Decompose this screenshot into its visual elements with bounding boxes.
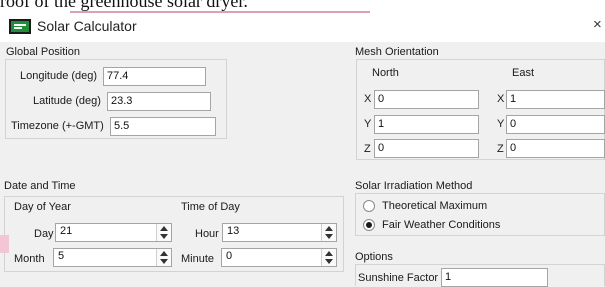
window-title: Solar Calculator [37,18,137,34]
timezone-field[interactable]: 5.5 [110,117,216,136]
global-position-title: Global Position [6,46,80,58]
hour-spinbox[interactable]: 13 [222,223,337,242]
north-header: North [372,67,399,79]
fair-weather-radio[interactable] [363,219,375,231]
mesh-orientation-title: Mesh Orientation [355,46,439,58]
north-y-field[interactable]: 1 [374,115,479,134]
date-time-title: Date and Time [4,180,76,192]
east-z-field[interactable]: 0 [506,139,605,158]
day-value: 21 [60,225,73,237]
minute-value: 0 [226,250,233,262]
latitude-label: Latitude (deg) [33,95,101,107]
title-bar: Solar Calculator × [0,14,605,42]
east-y-label: Y [497,118,505,130]
solar-irradiation-title: Solar Irradiation Method [355,180,473,192]
north-x-label: X [364,93,372,105]
east-x-label: X [497,93,505,105]
east-x-field[interactable]: 1 [506,90,605,109]
theoretical-maximum-label[interactable]: Theoretical Maximum [382,200,487,212]
day-spinbox[interactable]: 21 [55,223,172,242]
north-x-field[interactable]: 0 [374,90,479,109]
spin-arrows-icon[interactable] [321,249,336,266]
fair-weather-label[interactable]: Fair Weather Conditions [382,219,500,231]
document-underline [70,11,370,13]
month-label: Month [14,253,45,265]
longitude-label: Longitude (deg) [20,70,98,82]
cropped-document-fragment: roof of the greenhouse solar dryer. [0,0,605,14]
month-spinbox[interactable]: 5 [53,248,172,267]
east-z-label: Z [497,143,504,155]
latitude-field[interactable]: 23.3 [107,92,211,111]
north-z-field[interactable]: 0 [374,139,479,158]
close-icon[interactable]: × [593,16,602,33]
longitude-field[interactable]: 77.4 [103,67,206,86]
sunshine-factor-label: Sunshine Factor [358,272,439,284]
spin-arrows-icon[interactable] [156,224,171,241]
day-of-year-title: Day of Year [14,201,71,213]
theoretical-maximum-radio[interactable] [363,200,375,212]
options-title: Options [355,251,393,263]
month-value: 5 [58,250,65,262]
north-z-label: Z [364,143,371,155]
time-of-day-title: Time of Day [181,201,240,213]
page-edge-highlight [0,235,9,253]
timezone-label: Timezone (+-GMT) [11,120,104,132]
app-icon [9,19,31,34]
east-header: East [512,67,535,79]
east-y-field[interactable]: 0 [506,115,605,134]
minute-label: Minute [181,253,215,265]
day-label: Day [34,228,54,240]
spin-arrows-icon[interactable] [156,249,171,266]
minute-spinbox[interactable]: 0 [221,248,337,267]
north-y-label: Y [364,118,372,130]
spin-arrows-icon[interactable] [321,224,336,241]
sunshine-factor-field[interactable]: 1 [441,268,548,287]
hour-value: 13 [227,225,240,237]
hour-label: Hour [195,228,219,240]
